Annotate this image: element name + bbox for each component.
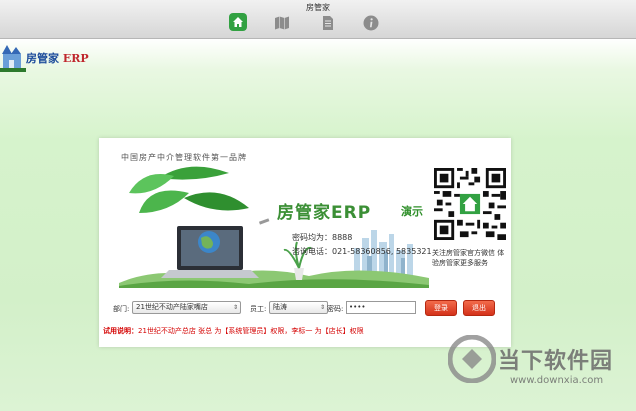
login-button[interactable]: 登录	[425, 300, 457, 316]
app-name-title: 房管家ERP	[277, 203, 372, 223]
department-value: 21世纪不动产陆家嘴店	[136, 303, 208, 311]
brand-name: 房管家 ERP	[26, 52, 89, 65]
consult-phone: 咨询电话：021-58360856, 5835321	[292, 247, 432, 256]
toolbar-document-button[interactable]	[318, 13, 338, 33]
info-icon	[363, 15, 379, 31]
exit-button[interactable]: 退出	[463, 300, 495, 316]
demo-tag: 演示	[401, 205, 423, 218]
select-arrows-icon: ⇕	[319, 304, 325, 311]
password-hint: 密码均为：8888	[292, 233, 353, 242]
toolbar-info-button[interactable]	[361, 13, 381, 33]
trial-note: 试用说明：21世纪不动产总店 张总 为【系统管理员】权限，李标一 为【店长】权限	[103, 326, 364, 336]
employee-value: 陆涛	[273, 303, 287, 311]
window-title: 房管家	[306, 3, 330, 12]
employee-select[interactable]: 陆涛 ⇕	[269, 301, 328, 314]
password-input[interactable]: ••••	[346, 301, 416, 314]
watermark-title: 当下软件园	[498, 349, 614, 374]
document-icon	[323, 16, 333, 30]
employee-label: 员工:	[250, 305, 267, 313]
qr-code-image	[434, 168, 506, 240]
password-label: 密码:	[327, 305, 344, 313]
home-icon	[233, 17, 243, 27]
castle-logo-icon	[0, 45, 26, 72]
trial-label: 试用说明：	[103, 327, 138, 335]
login-panel: 中国房产中介管理软件第一品牌 房管家ERP 演示 密码均为：8888 咨询电话：…	[99, 138, 511, 347]
watermark-logo-icon	[448, 335, 496, 383]
watermark: 当下软件园 www.downxia.com	[448, 325, 628, 405]
qr-caption: 关注房管家官方微信 体验房管家更多服务	[432, 249, 505, 267]
watermark-url: www.downxia.com	[510, 375, 604, 386]
department-label: 部门:	[113, 305, 130, 313]
trial-text: 21世纪不动产总店 张总 为【系统管理员】权限，李标一 为【店长】权限	[138, 327, 364, 335]
select-arrows-icon: ⇕	[232, 304, 238, 311]
login-form: 部门: 21世纪不动产陆家嘴店 ⇕ 员工: 陆涛 ⇕ 密码: •••• 登录 退…	[99, 300, 511, 318]
slogan-text: 中国房产中介管理软件第一品牌	[121, 153, 247, 162]
brand-logo: 房管家 ERP	[0, 42, 110, 74]
department-select[interactable]: 21世纪不动产陆家嘴店 ⇕	[132, 301, 241, 314]
window-toolbar: 房管家	[0, 0, 636, 39]
toolbar-home-button[interactable]	[229, 13, 247, 31]
map-icon	[275, 16, 289, 30]
toolbar-map-button[interactable]	[272, 13, 292, 33]
